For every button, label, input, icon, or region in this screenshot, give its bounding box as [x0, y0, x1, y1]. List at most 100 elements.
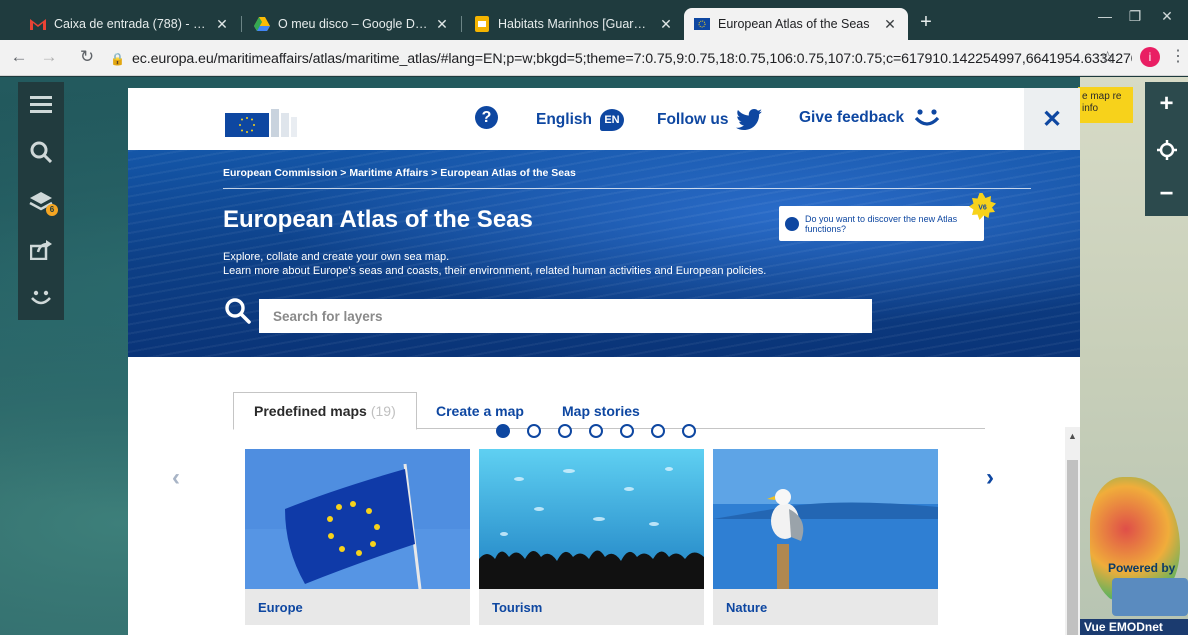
close-modal-button[interactable]: ✕ — [1024, 88, 1080, 150]
close-icon: ✕ — [1041, 105, 1063, 133]
modal-header: ? English EN Follow us Give feedback ✕ — [128, 88, 1080, 150]
tab-separator — [241, 16, 242, 32]
locate-icon[interactable] — [1145, 128, 1188, 172]
tab-count: (19) — [370, 403, 396, 419]
carousel-dot[interactable] — [620, 424, 634, 438]
card-label: Nature — [726, 600, 768, 615]
layers-icon[interactable]: 6 — [18, 182, 64, 222]
carousel-dot[interactable] — [558, 424, 572, 438]
carousel-dot[interactable] — [496, 424, 510, 438]
zoom-out-icon[interactable]: − — [1145, 172, 1188, 216]
close-icon[interactable]: ✕ — [882, 16, 898, 33]
follow-us-link[interactable]: Follow us — [657, 109, 763, 130]
minimize-icon[interactable]: — — [1090, 8, 1120, 24]
give-feedback-label: Give feedback — [799, 109, 905, 126]
help-icon[interactable]: ? — [475, 106, 498, 129]
breadcrumb[interactable]: European Commission > Maritime Affairs >… — [223, 167, 576, 179]
v6-badge-text: V6 — [978, 205, 987, 212]
discover-new-functions-button[interactable]: Do you want to discover the new Atlas fu… — [779, 206, 984, 241]
search-layers-input[interactable] — [259, 299, 872, 333]
carousel-dot[interactable] — [651, 424, 665, 438]
tab-label: Predefined maps — [254, 403, 367, 419]
emodnet-logo — [1112, 578, 1188, 616]
map-zoom-controls: + − — [1145, 82, 1188, 216]
description-line-2: Learn more about Europe's seas and coast… — [223, 265, 767, 277]
language-code-badge: EN — [599, 109, 624, 131]
tab-gmail[interactable]: Caixa de entrada (788) - balealmo ✕ — [20, 8, 240, 40]
bookmark-star-icon[interactable]: ☆ — [1100, 48, 1115, 68]
tab-label: Map stories — [562, 402, 640, 419]
address-bar[interactable]: 🔒 ec.europa.eu/maritimeaffairs/atlas/mar… — [110, 45, 1132, 72]
layers-count-badge: 6 — [46, 204, 58, 216]
close-icon[interactable]: ✕ — [434, 16, 450, 33]
map-sidebar: 6 — [18, 82, 64, 320]
lightbulb-icon — [785, 216, 799, 231]
map-card-europe[interactable]: Europe — [245, 449, 470, 625]
divider — [223, 188, 1031, 189]
tab-separator — [461, 16, 462, 32]
language-selector[interactable]: English EN — [536, 109, 624, 131]
smile-icon — [914, 109, 940, 126]
gmail-icon — [30, 16, 46, 32]
eu-commission-logo — [225, 109, 297, 137]
url-text: ec.europa.eu/maritimeaffairs/atlas/marit… — [132, 50, 1132, 67]
description-line-1: Explore, collate and create your own sea… — [223, 251, 450, 263]
discover-text: Do you want to discover the new Atlas fu… — [805, 213, 958, 234]
lock-icon: 🔒 — [110, 51, 125, 66]
tab-predefined-maps[interactable]: Predefined maps (19) — [233, 392, 417, 430]
tab-drive[interactable]: O meu disco – Google Drive ✕ — [244, 8, 460, 40]
browser-toolbar: ← → ↻ 🔒 ec.europa.eu/maritimeaffairs/atl… — [0, 40, 1188, 76]
powered-by-label: Powered by — [1108, 561, 1176, 575]
scroll-up-arrow-icon[interactable]: ▲ — [1065, 427, 1080, 445]
give-feedback-link[interactable]: Give feedback — [799, 109, 940, 127]
close-icon[interactable]: ✕ — [658, 16, 674, 33]
carousel-dot[interactable] — [682, 424, 696, 438]
slides-icon — [474, 16, 490, 32]
page-title: European Atlas of the Seas — [223, 206, 533, 233]
new-tab-icon[interactable]: + — [914, 12, 938, 32]
tab-atlas[interactable]: European Atlas of the Seas ✕ — [684, 8, 908, 40]
emodnet-footer[interactable]: Vue EMODnet — [1080, 619, 1188, 635]
hero-banner: European Commission > Maritime Affairs >… — [128, 150, 1080, 357]
forward-arrow-icon[interactable]: → — [38, 47, 60, 67]
card-label: Tourism — [492, 600, 543, 615]
window-close-icon[interactable]: ✕ — [1152, 8, 1182, 25]
carousel-next-chevron-icon[interactable]: › — [986, 464, 994, 492]
tab-label: Habitats Marinhos [Guardado au — [498, 17, 652, 31]
follow-us-label: Follow us — [657, 110, 729, 128]
atlas-icon — [694, 16, 710, 32]
tab-label: O meu disco – Google Drive — [278, 17, 428, 31]
drive-icon — [254, 16, 270, 32]
back-arrow-icon[interactable]: ← — [8, 47, 30, 67]
map-card-tourism[interactable]: Tourism — [479, 449, 704, 625]
hero-description: Explore, collate and create your own sea… — [223, 250, 766, 278]
close-icon[interactable]: ✕ — [214, 16, 230, 33]
carousel-prev-chevron-icon[interactable]: ‹ — [172, 464, 180, 492]
tab-label: Create a map — [436, 402, 524, 419]
feedback-smile-icon[interactable] — [18, 278, 64, 318]
twitter-icon — [736, 109, 763, 130]
map-info-tip[interactable]: e map re info — [1078, 87, 1133, 123]
carousel-dot[interactable] — [527, 424, 541, 438]
menu-icon[interactable] — [18, 84, 64, 124]
tab-label: Caixa de entrada (788) - balealmo — [54, 17, 208, 31]
eu-flag-image — [245, 449, 470, 589]
search-icon[interactable] — [18, 132, 64, 172]
restore-icon[interactable]: ❐ — [1120, 8, 1150, 25]
tab-label: European Atlas of the Seas — [718, 17, 870, 31]
v6-badge: V6 — [969, 193, 996, 220]
scrollbar-thumb[interactable] — [1067, 460, 1078, 635]
carousel-pagination — [496, 424, 696, 438]
browser-tab-bar: Caixa de entrada (788) - balealmo ✕ O me… — [0, 0, 1188, 40]
carousel-dot[interactable] — [589, 424, 603, 438]
zoom-in-icon[interactable]: + — [1145, 82, 1188, 126]
menu-kebab-icon[interactable]: ⋮ — [1170, 46, 1186, 66]
reload-icon[interactable]: ↻ — [76, 47, 98, 67]
share-icon[interactable] — [18, 230, 64, 270]
search-icon — [225, 298, 251, 324]
map-card-nature[interactable]: Nature — [713, 449, 938, 625]
tab-slides[interactable]: Habitats Marinhos [Guardado au ✕ — [464, 8, 684, 40]
aquarium-image — [479, 449, 704, 589]
profile-avatar[interactable]: i — [1140, 47, 1160, 67]
seagull-image — [713, 449, 938, 589]
